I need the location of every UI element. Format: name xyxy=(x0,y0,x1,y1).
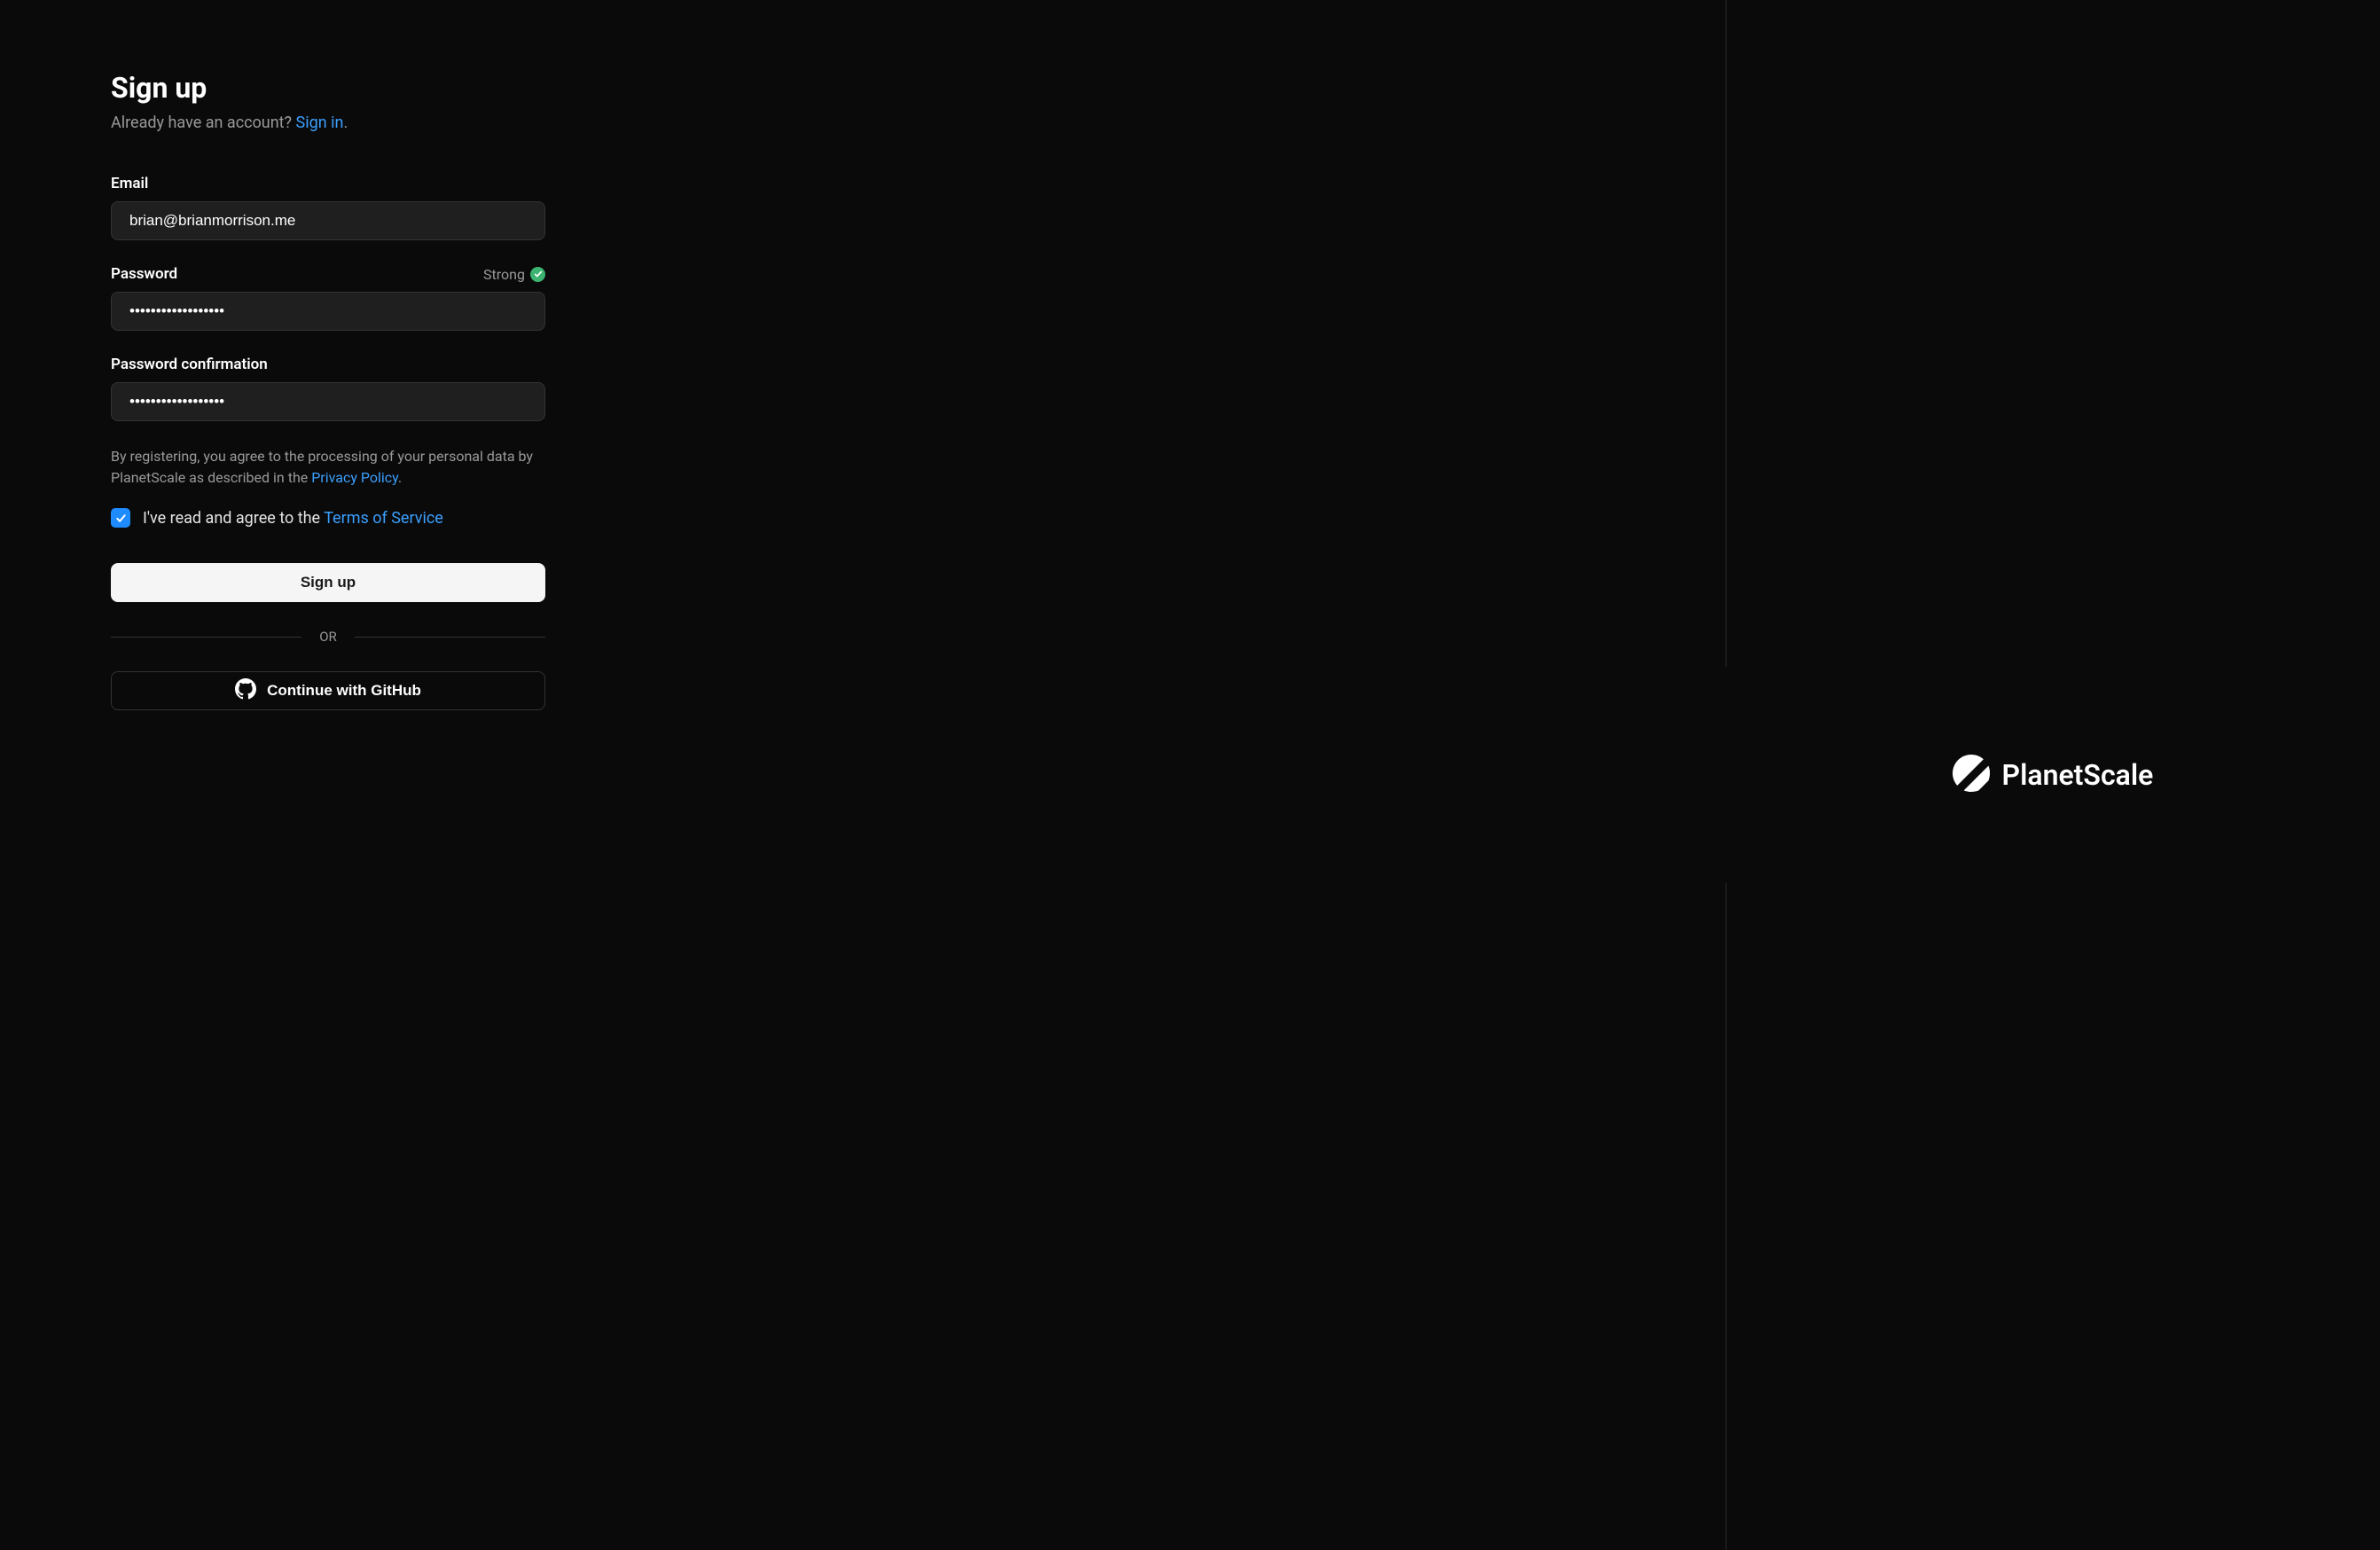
email-input[interactable] xyxy=(111,201,545,240)
password-strength: Strong xyxy=(483,266,545,283)
consent-suffix: . xyxy=(398,469,402,486)
subtitle: Already have an account? Sign in. xyxy=(111,114,545,132)
divider: OR xyxy=(111,629,545,645)
password-confirmation-label: Password confirmation xyxy=(111,356,268,373)
password-label: Password xyxy=(111,265,177,283)
terms-checkbox[interactable] xyxy=(111,508,130,528)
strength-text: Strong xyxy=(483,266,525,283)
subtitle-suffix: . xyxy=(343,114,348,132)
form-container: Sign up Already have an account? Sign in… xyxy=(111,71,545,710)
page-title: Sign up xyxy=(111,71,545,105)
planetscale-logo-icon xyxy=(1953,755,1990,795)
privacy-policy-link[interactable]: Privacy Policy xyxy=(311,469,398,486)
signup-button[interactable]: Sign up xyxy=(111,563,545,602)
password-input[interactable] xyxy=(111,292,545,331)
terms-of-service-link[interactable]: Terms of Service xyxy=(324,509,443,528)
password-confirmation-group: Password confirmation xyxy=(111,356,545,421)
email-label-row: Email xyxy=(111,175,545,192)
check-circle-icon xyxy=(530,267,545,282)
brand-name: PlanetScale xyxy=(2002,758,2154,792)
github-icon xyxy=(235,678,256,704)
terms-checkbox-row: I've read and agree to the Terms of Serv… xyxy=(111,508,545,528)
divider-line-right xyxy=(355,637,545,638)
divider-line-left xyxy=(111,637,301,638)
terms-prefix: I've read and agree to the xyxy=(143,509,324,528)
terms-label: I've read and agree to the Terms of Serv… xyxy=(143,509,443,528)
divider-text: OR xyxy=(319,629,337,645)
subtitle-prefix: Already have an account? xyxy=(111,114,296,132)
sign-in-link[interactable]: Sign in xyxy=(296,114,344,132)
email-group: Email xyxy=(111,175,545,240)
consent-text: By registering, you agree to the process… xyxy=(111,446,545,489)
password-confirmation-input[interactable] xyxy=(111,382,545,421)
password-label-row: Password Strong xyxy=(111,265,545,283)
password-confirmation-label-row: Password confirmation xyxy=(111,356,545,373)
password-group: Password Strong xyxy=(111,265,545,331)
logo: PlanetScale xyxy=(1953,755,2154,795)
brand-panel: PlanetScale xyxy=(1726,0,2380,1550)
email-label: Email xyxy=(111,175,148,192)
signup-form-panel: Sign up Already have an account? Sign in… xyxy=(0,0,1726,1550)
github-button-label: Continue with GitHub xyxy=(267,682,421,700)
continue-with-github-button[interactable]: Continue with GitHub xyxy=(111,671,545,710)
